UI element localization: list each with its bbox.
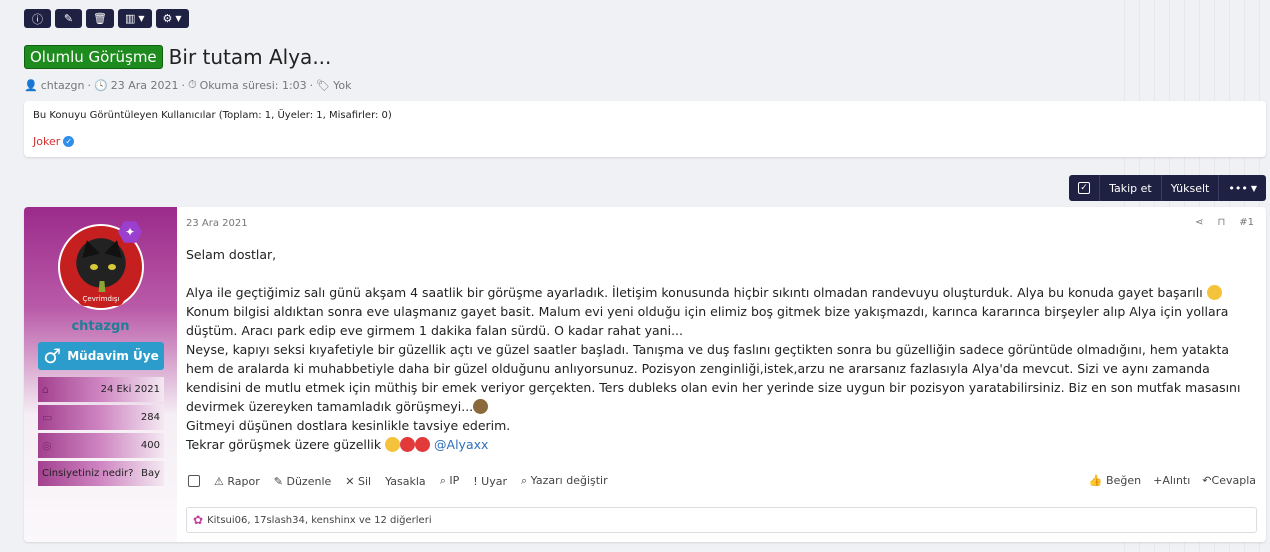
- thread-author[interactable]: chtazgn: [41, 79, 85, 92]
- post-actions-right: 👍 Beğen +Alıntı ↶Cevapla: [1089, 474, 1256, 487]
- reactions-list: Kitsui06, 17slash34, kenshinx ve 12 diğe…: [207, 514, 432, 526]
- post-body: Selam dostlar, Alya ile geçtiğimiz salı …: [186, 245, 1258, 454]
- viewers-heading: Bu Konuyu Görüntüleyen Kullanıcılar (Top…: [33, 110, 392, 121]
- post-paragraph: Tekrar görüşmek üzere güzellik @Alyaxx: [186, 437, 489, 452]
- thread-viewers-panel: Bu Konuyu Görüntüleyen Kullanıcılar (Top…: [24, 101, 1266, 157]
- reactions-bar[interactable]: ✿ Kitsui06, 17slash34, kenshinx ve 12 di…: [186, 507, 1257, 533]
- home-icon: ⌂: [42, 383, 49, 396]
- user-stat-messages: ▭ 284: [38, 405, 164, 430]
- verified-icon: ✓: [63, 136, 75, 147]
- bunny-reaction-icon: ✿: [193, 513, 204, 527]
- stopwatch-icon: ⏱: [188, 78, 197, 91]
- reply-icon: ↶: [1202, 474, 1212, 487]
- gear-icon: ⚙: [162, 12, 173, 25]
- tag-icon: 🏷: [316, 78, 331, 92]
- delete-post-button[interactable]: ✕ Sil: [345, 475, 371, 488]
- read-time: Okuma süresi: 1:03: [199, 78, 307, 92]
- post-greeting: Selam dostlar,: [186, 247, 277, 262]
- bookmark-icon[interactable]: ⊓: [1217, 217, 1225, 228]
- user-mention-link[interactable]: @Alyaxx: [434, 437, 488, 452]
- select-thread-button[interactable]: ✓: [1069, 175, 1101, 201]
- user-stat-gender: Cinsiyetiniz nedir? Bay: [38, 461, 164, 486]
- quote-button[interactable]: +Alıntı: [1153, 474, 1190, 487]
- warning-icon: ⚠: [214, 474, 224, 488]
- hugging-emoji-icon: [1206, 285, 1222, 300]
- avatar-wrap: Çevrimdışı ✦: [58, 221, 144, 310]
- pencil-icon: ✎: [273, 474, 283, 488]
- checkbox-icon: ✓: [1078, 182, 1091, 194]
- thread-date[interactable]: 23 Ara 2021: [111, 79, 179, 92]
- ellipsis-icon: •••: [1228, 181, 1248, 195]
- person-emoji-icon: [473, 399, 489, 414]
- like-button[interactable]: 👍 Beğen: [1089, 474, 1141, 487]
- post-paragraph: Alya ile geçtiğimiz salı günü akşam 4 sa…: [186, 283, 1258, 302]
- info-icon: ⓘ: [32, 12, 43, 26]
- user-stat-join-date: ⌂ 24 Eki 2021: [38, 377, 164, 402]
- message-icon: ▭: [42, 411, 53, 424]
- search-icon: ⌕: [439, 474, 446, 487]
- caret-down-icon: ▼: [1250, 183, 1257, 193]
- thread-tags: Yok: [333, 78, 352, 92]
- edit-icon: ✎: [63, 12, 74, 25]
- post-date[interactable]: 23 Ara 2021: [186, 218, 248, 229]
- follow-button[interactable]: Takip et: [1100, 175, 1162, 201]
- male-icon: ♂: [43, 344, 62, 368]
- post-header-actions: ⋖ ⊓ #1: [1195, 217, 1254, 228]
- edit-post-button[interactable]: ✎ Düzenle: [274, 475, 332, 488]
- post-number[interactable]: #1: [1239, 217, 1254, 228]
- offline-status-badge: Çevrimdışı: [78, 292, 124, 306]
- post-username[interactable]: chtazgn: [24, 319, 177, 334]
- thread-title: Bir tutam Alya...: [168, 45, 332, 69]
- bump-button[interactable]: Yükselt: [1162, 175, 1220, 201]
- report-button[interactable]: ⚠ Rapor: [214, 475, 260, 488]
- user-stat-points: ◎ 400: [38, 433, 164, 458]
- viewer-user-link[interactable]: Joker: [33, 135, 60, 148]
- thread-toolbar: ⓘ ✎ 🗑 ▥ ▼ ⚙ ▼: [24, 9, 189, 28]
- thread-actions-bar: ✓ Takip et Yükselt ••• ▼: [1069, 175, 1266, 201]
- ban-button[interactable]: Yasakla: [385, 475, 426, 488]
- share-icon[interactable]: ⋖: [1195, 217, 1203, 228]
- chart-icon: ▥: [124, 12, 136, 25]
- delete-button[interactable]: 🗑: [86, 9, 114, 28]
- search-icon: ⌕: [521, 474, 528, 487]
- caret-down-icon: ▼: [138, 14, 145, 23]
- user-rank-label: Müdavim Üye: [67, 349, 159, 363]
- exclamation-icon: !: [473, 474, 478, 488]
- thread-title-row: Olumlu Görüşme Bir tutam Alya...: [24, 45, 331, 69]
- clock-icon: 🕓: [94, 78, 108, 92]
- warn-button[interactable]: ! Uyar: [473, 475, 507, 488]
- reply-button[interactable]: ↶Cevapla: [1202, 474, 1256, 487]
- kiss-emoji-icon: [400, 437, 416, 452]
- more-menu-button[interactable]: ••• ▼: [1219, 175, 1266, 201]
- thumbs-up-icon: 👍: [1088, 474, 1103, 487]
- select-post-checkbox[interactable]: [188, 475, 200, 487]
- post-paragraph: Konum bilgisi aldıktan sonra eve ulaşman…: [186, 304, 1229, 338]
- post-paragraph: Neyse, kapıyı seksi kıyafetiyle bir güze…: [186, 342, 1241, 414]
- settings-button[interactable]: ⚙ ▼: [155, 9, 189, 28]
- post-paragraph: Gitmeyi düşünen dostlara kesinlikle tavs…: [186, 418, 511, 433]
- edit-button[interactable]: ✎: [55, 9, 82, 28]
- x-icon: ✕: [345, 474, 355, 488]
- trash-icon: 🗑: [93, 12, 107, 25]
- stats-button[interactable]: ▥ ▼: [117, 9, 152, 28]
- trophy-icon: ◎: [42, 439, 52, 452]
- post-user-column: Çevrimdışı ✦ chtazgn ♂ Müdavim Üye ⌂ 24 …: [24, 207, 177, 542]
- post-actions-left: ⚠ Rapor ✎ Düzenle ✕ Sil Yasakla ⌕ IP ! U…: [188, 474, 608, 488]
- info-button[interactable]: ⓘ: [24, 9, 51, 28]
- caret-down-icon: ▼: [175, 14, 182, 23]
- user-rank-banner: ♂ Müdavim Üye: [38, 342, 164, 370]
- user-icon: 👤: [24, 78, 38, 92]
- change-author-button[interactable]: ⌕ Yazarı değiştir: [521, 474, 608, 488]
- plus-icon: +: [1153, 474, 1163, 487]
- thread-meta: 👤 chtazgn · 🕓 23 Ara 2021 · ⏱ Okuma süre…: [24, 78, 352, 92]
- ip-button[interactable]: ⌕ IP: [440, 474, 460, 488]
- post-message: Çevrimdışı ✦ chtazgn ♂ Müdavim Üye ⌂ 24 …: [24, 207, 1266, 542]
- kiss-face-emoji-icon: [385, 437, 401, 452]
- thread-prefix-label[interactable]: Olumlu Görüşme: [24, 45, 163, 69]
- heart-emoji-icon: [415, 437, 431, 452]
